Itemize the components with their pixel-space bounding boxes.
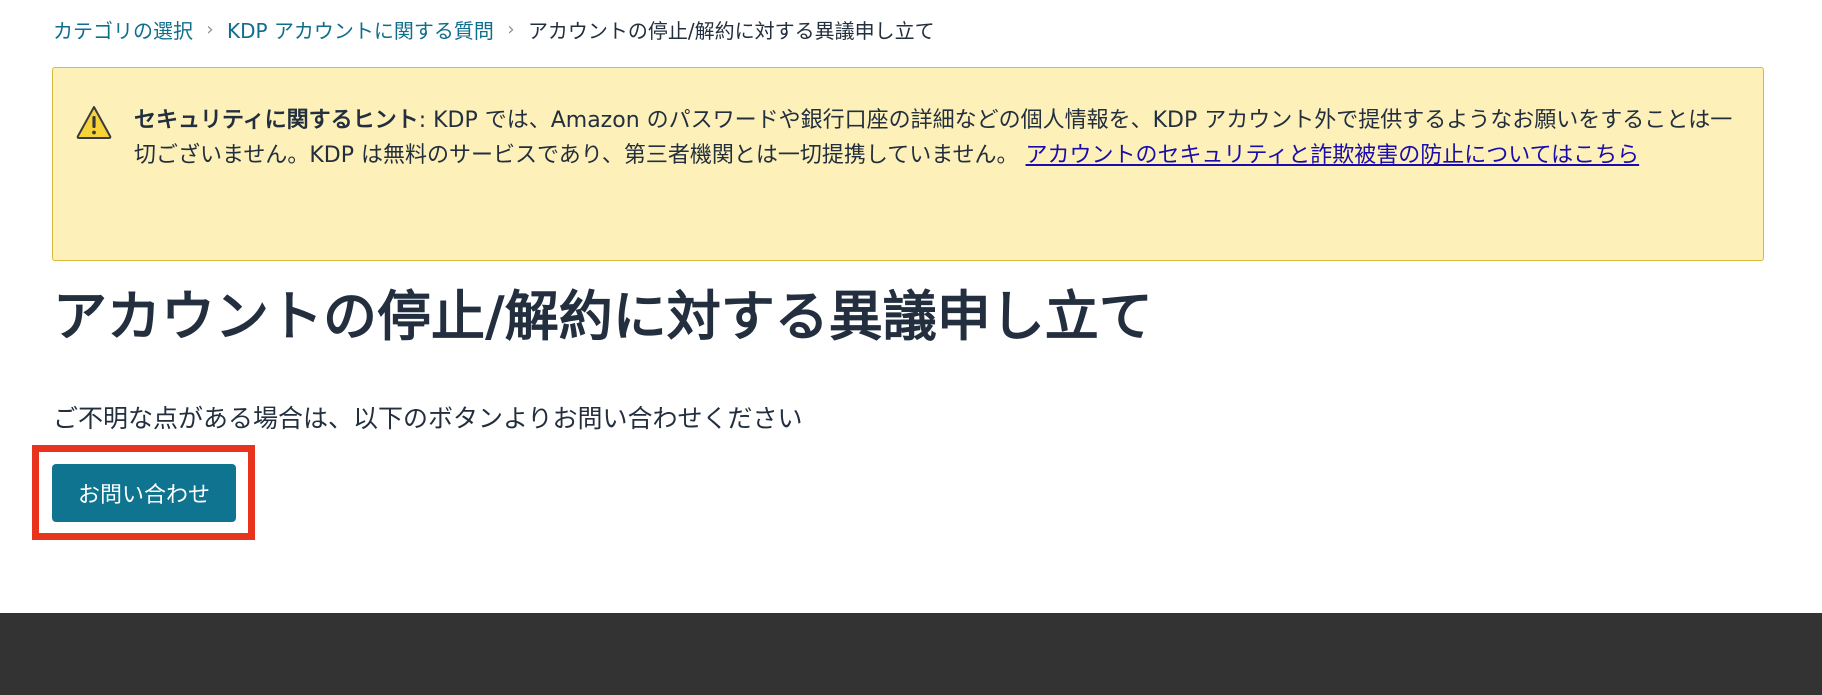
footer (0, 613, 1822, 695)
contact-button[interactable]: お問い合わせ (52, 464, 236, 522)
chevron-right-icon: › (206, 18, 214, 40)
alert-message: セキュリティに関するヒント: KDP では、Amazon のパスワードや銀行口座… (134, 103, 1742, 173)
security-help-link[interactable]: アカウントのセキュリティと詐欺被害の防止についてはこちら (1026, 143, 1640, 168)
page: カテゴリの選択 › KDP アカウントに関する質問 › アカウントの停止/解約に… (0, 0, 1822, 695)
chevron-right-icon: › (507, 18, 515, 40)
help-text: ご不明な点がある場合は、以下のボタンよりお問い合わせください (53, 404, 803, 433)
breadcrumb: カテゴリの選択 › KDP アカウントに関する質問 › アカウントの停止/解約に… (53, 14, 935, 44)
breadcrumb-link-kdp-account[interactable]: KDP アカウントに関する質問 (227, 15, 494, 44)
security-alert: セキュリティに関するヒント: KDP では、Amazon のパスワードや銀行口座… (52, 67, 1764, 261)
warning-icon (76, 106, 112, 139)
breadcrumb-current: アカウントの停止/解約に対する異議申し立て (527, 18, 935, 43)
alert-heading: セキュリティに関するヒント (134, 108, 419, 133)
breadcrumb-link-category-select[interactable]: カテゴリの選択 (53, 15, 193, 44)
page-title: アカウントの停止/解約に対する異議申し立て (53, 285, 1153, 348)
